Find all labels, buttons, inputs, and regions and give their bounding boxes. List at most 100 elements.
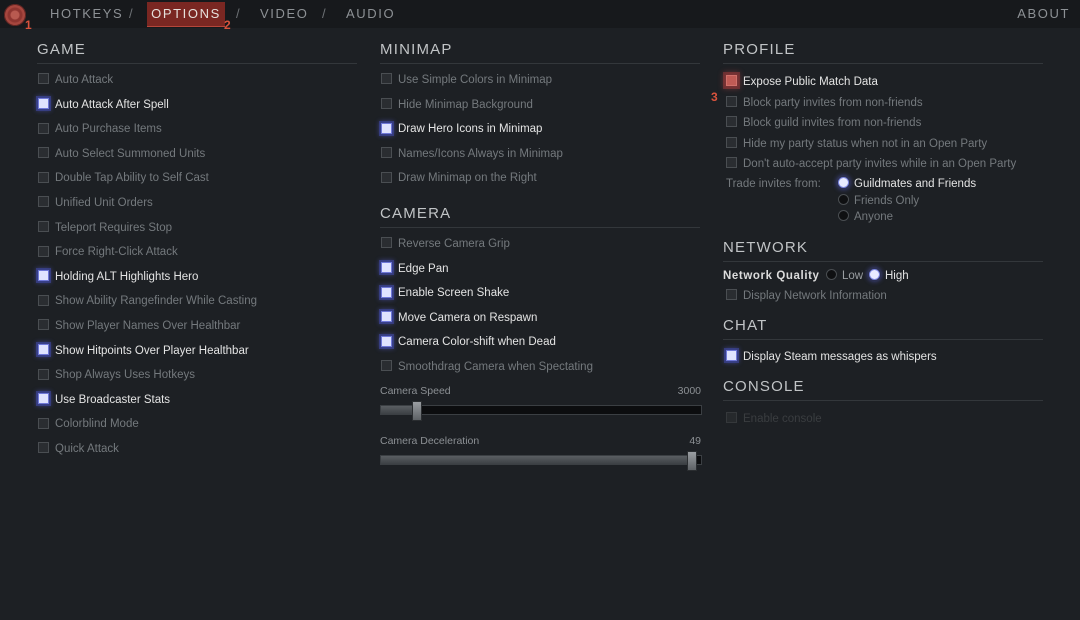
checkbox-icon xyxy=(381,311,392,323)
top-nav-bar: 1 HOTKEYS / OPTIONS 2 / VIDEO / AUDIO AB… xyxy=(0,0,1080,32)
camera-speed-fill xyxy=(381,406,416,414)
radio-button-icon xyxy=(838,210,849,222)
block-party-invites-from-non-friends-label: Block party invites from non-friends xyxy=(743,96,923,109)
show-hitpoints-over-player-healthbar-label: Show Hitpoints Over Player Healthbar xyxy=(55,344,249,357)
auto-attack-checkbox[interactable]: Auto Attack xyxy=(38,73,114,90)
about-link[interactable]: ABOUT xyxy=(1017,6,1070,21)
camera-deceleration-value: 49 xyxy=(689,435,701,447)
camera-speed-slider[interactable] xyxy=(380,401,702,421)
unified-unit-orders-checkbox[interactable]: Unified Unit Orders xyxy=(38,196,153,213)
trade-friends-only-radio[interactable]: Friends Only xyxy=(838,193,919,207)
checkbox-icon xyxy=(38,442,49,454)
display-steam-messages-as-whispers-checkbox[interactable]: Display Steam messages as whispers xyxy=(726,350,937,367)
checkbox-icon xyxy=(38,294,49,306)
section-title-profile: PROFILE xyxy=(723,41,1043,64)
force-right-click-attack-checkbox[interactable]: Force Right-Click Attack xyxy=(38,245,178,262)
checkbox-icon xyxy=(38,122,49,134)
smoothdrag-camera-when-spectating-checkbox[interactable]: Smoothdrag Camera when Spectating xyxy=(381,360,593,377)
tab-video[interactable]: VIDEO xyxy=(260,6,308,21)
shop-always-uses-hotkeys-label: Shop Always Uses Hotkeys xyxy=(55,369,195,382)
auto-select-summoned-units-checkbox[interactable]: Auto Select Summoned Units xyxy=(38,147,205,164)
move-camera-on-respawn-checkbox[interactable]: Move Camera on Respawn xyxy=(381,311,538,328)
checkbox-icon xyxy=(38,196,49,208)
expose-public-match-data-label: Expose Public Match Data xyxy=(743,76,878,88)
checkbox-icon xyxy=(38,147,49,159)
auto-attack-after-spell-label: Auto Attack After Spell xyxy=(55,98,169,111)
teleport-requires-stop-label: Teleport Requires Stop xyxy=(55,221,172,234)
show-ability-rangefinder-while-casting-checkbox[interactable]: Show Ability Rangefinder While Casting xyxy=(38,294,257,311)
names-icons-always-in-minimap-checkbox[interactable]: Names/Icons Always in Minimap xyxy=(381,147,563,164)
reverse-camera-grip-checkbox[interactable]: Reverse Camera Grip xyxy=(381,237,510,254)
network-quality-label: Network Quality xyxy=(723,270,820,282)
draw-hero-icons-in-minimap-label: Draw Hero Icons in Minimap xyxy=(398,123,543,136)
tab-hotkeys[interactable]: HOTKEYS xyxy=(50,6,123,21)
shop-always-uses-hotkeys-checkbox[interactable]: Shop Always Uses Hotkeys xyxy=(38,368,195,385)
enable-screen-shake-checkbox[interactable]: Enable Screen Shake xyxy=(381,286,509,303)
show-player-names-over-healthbar-checkbox[interactable]: Show Player Names Over Healthbar xyxy=(38,319,241,336)
holding-alt-highlights-hero-label: Holding ALT Highlights Hero xyxy=(55,270,199,283)
checkbox-icon xyxy=(381,286,392,298)
draw-hero-icons-in-minimap-checkbox[interactable]: Draw Hero Icons in Minimap xyxy=(381,122,543,139)
section-title-game: GAME xyxy=(37,41,357,64)
double-tap-ability-to-self-cast-checkbox[interactable]: Double Tap Ability to Self Cast xyxy=(38,171,209,188)
display-network-info-checkbox[interactable]: Display Network Information xyxy=(726,289,887,306)
auto-attack-after-spell-checkbox[interactable]: Auto Attack After Spell xyxy=(38,98,169,115)
camera-speed-value: 3000 xyxy=(677,385,701,397)
network-quality-low[interactable]: Low xyxy=(826,269,863,282)
nav-separator: / xyxy=(236,6,240,21)
radio-button-icon xyxy=(826,269,837,281)
auto-purchase-items-label: Auto Purchase Items xyxy=(55,123,162,136)
use-simple-colors-in-minimap-checkbox[interactable]: Use Simple Colors in Minimap xyxy=(381,73,552,90)
block-party-invites-from-non-friends-checkbox[interactable]: Block party invites from non-friends xyxy=(726,95,923,113)
checkbox-icon xyxy=(381,360,392,372)
radio-button-icon xyxy=(838,177,849,189)
checkbox-icon xyxy=(726,75,737,87)
annotation-marker-2: 2 xyxy=(224,18,231,32)
dota-logo-icon[interactable] xyxy=(4,4,26,26)
use-broadcaster-stats-checkbox[interactable]: Use Broadcaster Stats xyxy=(38,393,170,410)
colorblind-mode-label: Colorblind Mode xyxy=(55,418,139,431)
radio-button-icon xyxy=(869,269,880,281)
camera-speed-thumb[interactable] xyxy=(412,401,422,421)
draw-minimap-on-the-right-checkbox[interactable]: Draw Minimap on the Right xyxy=(381,171,537,188)
network-quality-high[interactable]: High xyxy=(869,269,909,282)
auto-purchase-items-checkbox[interactable]: Auto Purchase Items xyxy=(38,122,162,139)
teleport-requires-stop-checkbox[interactable]: Teleport Requires Stop xyxy=(38,221,172,238)
camera-deceleration-label: Camera Deceleration xyxy=(380,435,480,447)
block-guild-invites-from-non-friends-checkbox[interactable]: Block guild invites from non-friends xyxy=(726,116,921,133)
tab-options[interactable]: OPTIONS xyxy=(147,2,225,27)
checkbox-icon xyxy=(38,245,49,257)
hide-my-party-status-when-not-in-an-open-party-checkbox[interactable]: Hide my party status when not in an Open… xyxy=(726,136,988,154)
checkbox-icon xyxy=(381,262,392,274)
trade-invites-label: Trade invites from: xyxy=(726,178,821,190)
holding-alt-highlights-hero-checkbox[interactable]: Holding ALT Highlights Hero xyxy=(38,270,199,287)
hide-minimap-background-checkbox[interactable]: Hide Minimap Background xyxy=(381,98,533,115)
show-player-names-over-healthbar-label: Show Player Names Over Healthbar xyxy=(55,320,241,332)
auto-attack-label: Auto Attack xyxy=(55,74,114,86)
trade-guildmates-and-friends-radio[interactable]: Guildmates and Friends xyxy=(838,177,976,190)
expose-public-match-data-checkbox[interactable]: Expose Public Match Data xyxy=(726,75,878,92)
trade-anyone-radio[interactable]: Anyone xyxy=(838,210,893,223)
camera-color-shift-when-dead-checkbox[interactable]: Camera Color-shift when Dead xyxy=(381,335,556,352)
tab-audio[interactable]: AUDIO xyxy=(346,6,395,21)
quick-attack-checkbox[interactable]: Quick Attack xyxy=(38,442,119,459)
quick-attack-label: Quick Attack xyxy=(55,443,119,455)
checkbox-icon xyxy=(38,319,49,331)
checkbox-icon xyxy=(726,350,737,362)
checkbox-icon xyxy=(726,412,737,424)
don-t-auto-accept-party-invites-while-in-an-open-party-checkbox[interactable]: Don't auto-accept party invites while in… xyxy=(726,157,1016,174)
show-hitpoints-over-player-healthbar-checkbox[interactable]: Show Hitpoints Over Player Healthbar xyxy=(38,344,249,361)
checkbox-icon xyxy=(38,393,49,405)
annotation-marker-1: 1 xyxy=(25,18,32,32)
camera-deceleration-slider[interactable] xyxy=(380,451,702,471)
camera-deceleration-thumb[interactable] xyxy=(687,451,697,471)
edge-pan-checkbox[interactable]: Edge Pan xyxy=(381,262,449,279)
checkbox-icon xyxy=(381,147,392,159)
move-camera-on-respawn-label: Move Camera on Respawn xyxy=(398,311,538,324)
camera-speed-label: Camera Speed xyxy=(380,385,451,397)
enable-console-label: Enable console xyxy=(743,413,822,425)
checkbox-icon xyxy=(726,95,737,107)
hide-my-party-status-when-not-in-an-open-party-label: Hide my party status when not in an Open… xyxy=(743,137,988,150)
enable-console-checkbox: Enable console xyxy=(726,412,822,429)
colorblind-mode-checkbox[interactable]: Colorblind Mode xyxy=(38,417,139,434)
